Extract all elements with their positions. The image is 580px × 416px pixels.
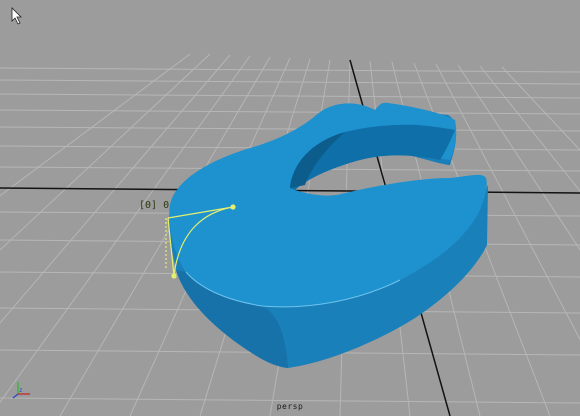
axis-gizmo-icon: z — [12, 382, 30, 399]
curve-component-label: [0] 0 — [139, 200, 170, 211]
perspective-viewport[interactable]: z [0] 0 persp — [0, 0, 580, 416]
svg-text:z: z — [19, 387, 23, 394]
camera-label: persp — [276, 402, 304, 411]
extruded-shape[interactable] — [169, 102, 488, 368]
arrow-cursor-icon — [11, 7, 22, 25]
viewport-canvas[interactable]: z — [0, 0, 580, 416]
curve-point-end[interactable] — [230, 204, 236, 210]
curve-point-start[interactable] — [171, 273, 177, 279]
